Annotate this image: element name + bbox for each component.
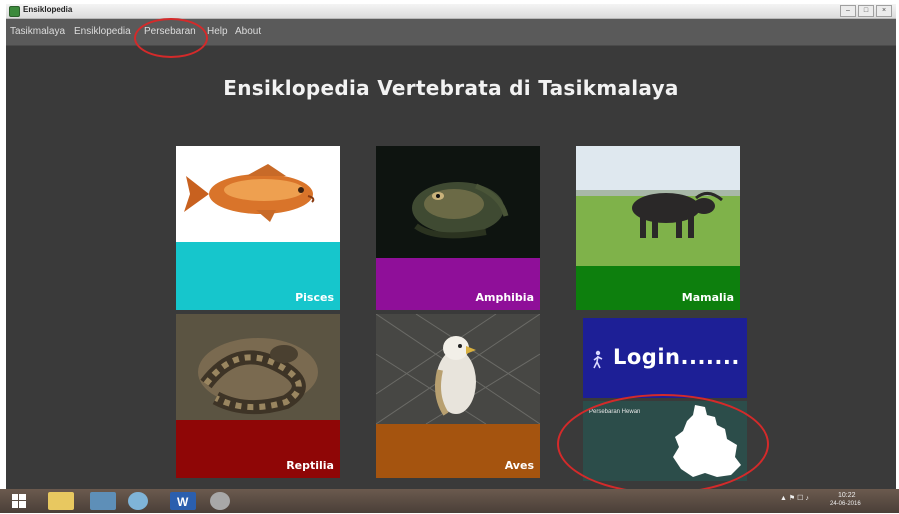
frog-icon — [376, 146, 540, 258]
tile-label-pisces: Pisces — [295, 291, 334, 304]
menu-item-help[interactable]: Help — [207, 26, 228, 37]
maximize-button[interactable]: □ — [858, 5, 874, 17]
word-icon[interactable]: W — [170, 492, 196, 510]
clock-date[interactable]: 24-06-2016 — [830, 501, 861, 507]
menu-item-tasikmalaya[interactable]: Tasikmalaya — [10, 26, 65, 37]
page-title: Ensiklopedia Vertebrata di Tasikmalaya — [223, 76, 679, 100]
clock-time[interactable]: 10:22 — [838, 492, 856, 499]
browser-icon[interactable] — [128, 492, 148, 510]
close-button[interactable]: × — [876, 5, 892, 17]
bird-icon — [376, 314, 540, 424]
tile-label-amphibia: Amphibia — [475, 291, 534, 304]
tile-label-mamalia: Mamalia — [681, 291, 734, 304]
fish-icon — [184, 164, 315, 222]
tile-pisces[interactable]: Pisces — [176, 146, 340, 310]
paint-icon[interactable] — [210, 492, 230, 510]
photo-viewer-icon[interactable] — [90, 492, 116, 510]
annotation-circle-map — [557, 394, 769, 489]
minimize-button[interactable]: – — [840, 5, 856, 17]
tile-label-aves: Aves — [504, 459, 534, 472]
tile-reptilia[interactable]: Reptilia — [176, 314, 340, 478]
snake-icon — [176, 314, 340, 420]
svg-text:W: W — [177, 495, 189, 509]
tile-amphibia[interactable]: Amphibia — [376, 146, 540, 310]
taskbar: W 10:22 24-06-2016 ▲ ⚑ ☐ ♪ — [0, 489, 899, 513]
app-window: Ensiklopedia – □ × Tasikmalaya Ensiklope… — [6, 4, 896, 489]
login-tile[interactable]: Login....... — [583, 318, 747, 398]
walking-person-icon — [593, 350, 603, 369]
system-tray-icons[interactable]: ▲ ⚑ ☐ ♪ — [780, 494, 809, 502]
tile-aves[interactable]: Aves — [376, 314, 540, 478]
pisces-photo — [176, 146, 340, 242]
title-bar: Ensiklopedia – □ × — [6, 4, 896, 19]
buffalo-icon — [576, 146, 740, 266]
file-explorer-icon[interactable] — [48, 492, 74, 510]
tile-label-reptilia: Reptilia — [286, 459, 334, 472]
app-icon — [9, 6, 20, 17]
windows-start-icon[interactable] — [6, 492, 32, 510]
aves-photo — [376, 314, 540, 424]
reptilia-photo — [176, 314, 340, 420]
mamalia-photo — [576, 146, 740, 266]
annotation-circle-menu — [134, 18, 208, 58]
menu-item-about[interactable]: About — [235, 26, 261, 37]
tile-mamalia[interactable]: Mamalia — [576, 146, 740, 310]
window-title: Ensiklopedia — [23, 5, 73, 14]
window-controls: – □ × — [840, 5, 892, 17]
login-label: Login....... — [613, 345, 740, 369]
menu-item-ensiklopedia[interactable]: Ensiklopedia — [74, 26, 131, 37]
amphibia-photo — [376, 146, 540, 258]
